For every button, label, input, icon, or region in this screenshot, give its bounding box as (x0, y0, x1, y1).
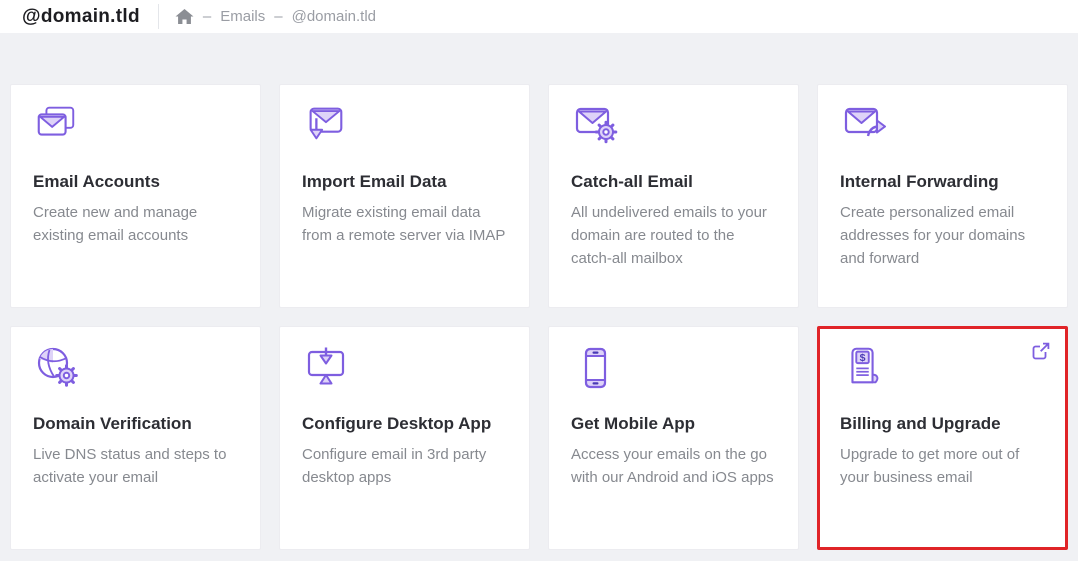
breadcrumb-separator: – (274, 8, 282, 25)
home-icon[interactable] (175, 8, 194, 25)
card-description: Access your emails on the go with our An… (571, 443, 776, 489)
card-title: Email Accounts (33, 172, 238, 192)
desktop-app-icon (302, 344, 507, 390)
email-accounts-icon (33, 102, 238, 148)
domain-verification-icon (33, 344, 238, 390)
domain-title: @domain.tld (22, 6, 140, 28)
card-description: Create personalized email addresses for … (840, 201, 1045, 270)
card-configure-desktop-app[interactable]: Configure Desktop App Configure email in… (279, 326, 530, 550)
card-title: Catch-all Email (571, 172, 776, 192)
card-description: Create new and manage existing email acc… (33, 201, 238, 247)
email-feature-grid: Email Accounts Create new and manage exi… (0, 33, 1078, 550)
card-catch-all-email[interactable]: Catch-all Email All undelivered emails t… (548, 84, 799, 308)
card-domain-verification[interactable]: Domain Verification Live DNS status and … (10, 326, 261, 550)
card-description: Configure email in 3rd party desktop app… (302, 443, 507, 489)
breadcrumb-separator: – (203, 8, 211, 25)
card-billing-and-upgrade[interactable]: $ Billing and Upgrade Upgrade to get mor… (817, 326, 1068, 550)
gear-icon (57, 366, 77, 386)
billing-icon: $ (840, 344, 1045, 390)
gear-icon (596, 122, 616, 142)
external-link-icon[interactable] (1031, 341, 1051, 361)
breadcrumb-emails[interactable]: Emails (220, 8, 265, 25)
card-internal-forwarding[interactable]: Internal Forwarding Create personalized … (817, 84, 1068, 308)
card-description: All undelivered emails to your domain ar… (571, 201, 776, 270)
page-header: @domain.tld – Emails – @domain.tld (0, 0, 1078, 33)
card-get-mobile-app[interactable]: Get Mobile App Access your emails on the… (548, 326, 799, 550)
import-email-icon (302, 102, 507, 148)
card-title: Import Email Data (302, 172, 507, 192)
header-divider (158, 4, 159, 29)
card-description: Migrate existing email data from a remot… (302, 201, 507, 247)
card-email-accounts[interactable]: Email Accounts Create new and manage exi… (10, 84, 261, 308)
svg-text:$: $ (860, 352, 866, 364)
mobile-app-icon (571, 344, 776, 390)
card-title: Get Mobile App (571, 414, 776, 434)
catch-all-email-icon (571, 102, 776, 148)
card-title: Configure Desktop App (302, 414, 507, 434)
card-description: Upgrade to get more out of your business… (840, 443, 1045, 489)
card-title: Internal Forwarding (840, 172, 1045, 192)
card-title: Billing and Upgrade (840, 414, 1045, 434)
internal-forwarding-icon (840, 102, 1045, 148)
card-import-email-data[interactable]: Import Email Data Migrate existing email… (279, 84, 530, 308)
card-description: Live DNS status and steps to activate yo… (33, 443, 238, 489)
card-title: Domain Verification (33, 414, 238, 434)
breadcrumb-current-domain: @domain.tld (292, 8, 376, 25)
breadcrumb: – Emails – @domain.tld (175, 8, 376, 25)
